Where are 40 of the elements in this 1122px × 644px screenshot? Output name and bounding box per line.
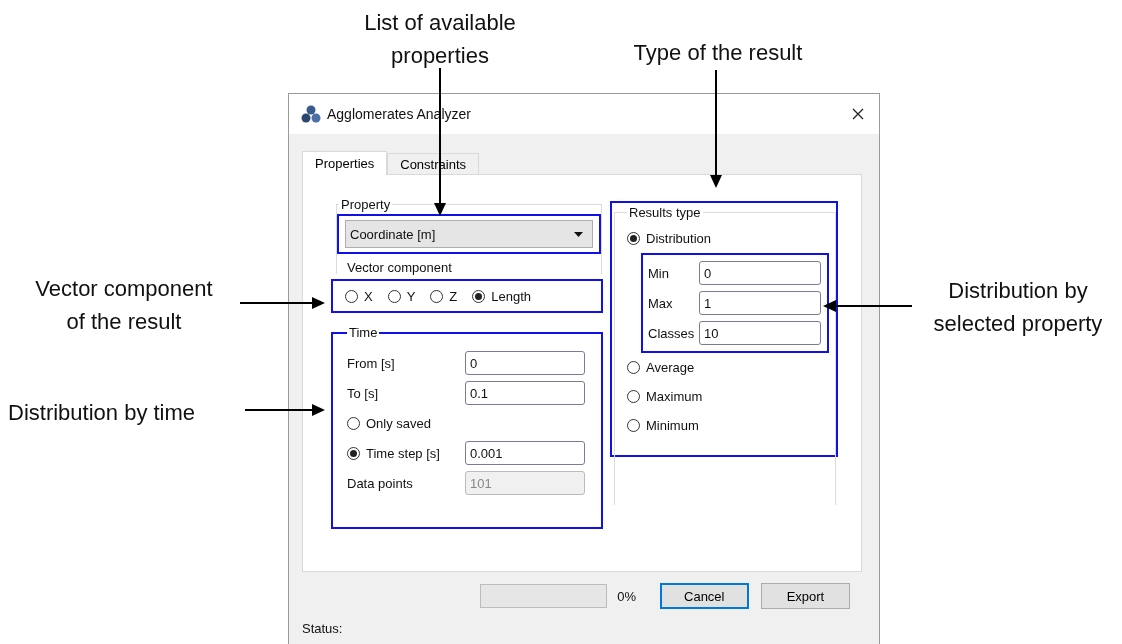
caret-icon (574, 231, 583, 237)
input-field[interactable]: 0.001 (465, 441, 585, 465)
radio-button[interactable]: Distribution (627, 224, 835, 253)
dropdown[interactable]: Coordinate [m] (345, 220, 593, 248)
group-label: Results type (628, 205, 702, 220)
input-field[interactable]: 1 (699, 291, 821, 315)
callout-label: Type of the result (632, 39, 804, 67)
field-label: Max (648, 295, 674, 311)
radio-button[interactable]: Z (430, 288, 458, 304)
dialog-button[interactable]: Export (760, 583, 850, 609)
callout-label: Distribution by selected property (932, 277, 1104, 338)
radio-button[interactable]: Maximum (627, 382, 835, 411)
radio-button[interactable]: Y (387, 288, 416, 304)
radio-button[interactable]: Minimum (627, 411, 835, 440)
field-label: From [s] (347, 355, 396, 371)
tab[interactable]: Properties (302, 151, 388, 175)
callout-label: Vector component of the result (34, 275, 214, 336)
field-label: Data points (347, 475, 414, 491)
callout-label: List of available properties (363, 9, 517, 70)
radio-button[interactable]: Only saved (347, 415, 432, 431)
input-field[interactable]: 10 (699, 321, 821, 345)
group-label: Property (340, 197, 392, 212)
status-label: Status: (302, 621, 344, 636)
field-label: Vector component (346, 259, 453, 274)
input-field[interactable]: 0 (465, 351, 585, 375)
field-label: Min (648, 265, 670, 281)
input-field[interactable]: 0 (699, 261, 821, 285)
field-label: To [s] (347, 385, 380, 401)
close-icon[interactable] (852, 108, 864, 120)
progress-reading: 0% (617, 588, 638, 604)
input-field[interactable]: 0.1 (465, 381, 585, 405)
app-logo-icon (301, 104, 321, 124)
radio-button[interactable]: Time step [s] (347, 445, 465, 461)
radio-button[interactable]: X (345, 288, 373, 304)
dialog-button[interactable]: Cancel (659, 583, 749, 609)
group-label: Time (348, 325, 379, 340)
radio-button[interactable]: Length (472, 288, 532, 304)
field-label: Classes (648, 325, 696, 341)
callout-label: Distribution by time (8, 399, 197, 427)
radio-button[interactable]: Average (627, 353, 835, 382)
